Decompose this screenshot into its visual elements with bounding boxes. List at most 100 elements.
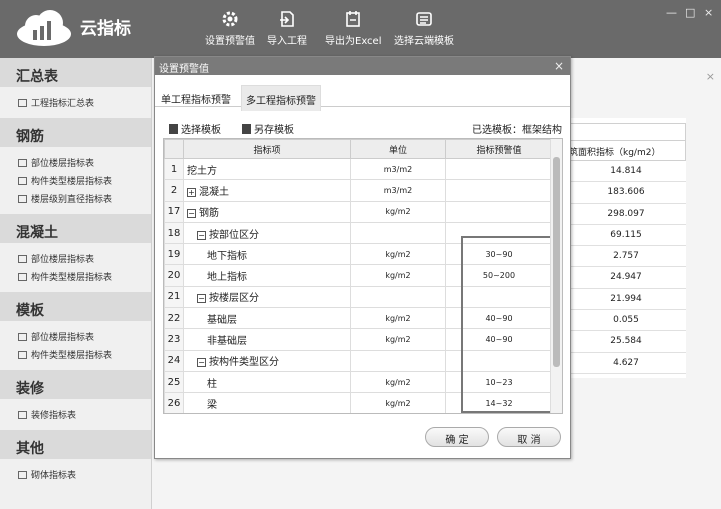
sidebar-item-label: 部位楼层指标表	[31, 159, 95, 169]
sidebar-item[interactable]: 装修指标表	[0, 405, 151, 423]
sidebar-item[interactable]: 部位楼层指标表	[0, 327, 151, 345]
background-table-cell: 69.115	[566, 225, 686, 247]
row-number: 19	[164, 243, 184, 266]
warning-value-cell[interactable]	[445, 349, 553, 372]
table-icon	[18, 333, 27, 341]
warning-value-cell[interactable]: 40~90	[445, 307, 553, 330]
sidebar-item[interactable]: 构件类型楼层指标表	[0, 345, 151, 363]
toolbar-button-3[interactable]: 选择云端模板	[394, 10, 454, 47]
indicator-name: 按部位区分	[209, 229, 259, 241]
indicator-name-cell: 非基础层	[183, 328, 351, 351]
sidebar-item[interactable]: 工程指标汇总表	[0, 93, 151, 111]
toolbar-button-0[interactable]: 设置预警值	[205, 10, 255, 47]
select-template-button[interactable]: 选择模板	[169, 121, 221, 136]
table-row[interactable]: 26 梁 kg/m2 14~32	[164, 392, 553, 413]
table-row[interactable]: 21− 按楼层区分	[164, 285, 553, 309]
indicator-name: 钢筋	[199, 208, 219, 220]
sidebar-section: 砌体指标表	[0, 459, 151, 490]
warning-value-cell[interactable]	[445, 221, 553, 245]
background-table-toprow	[566, 123, 686, 141]
selected-template-label: 已选模板：	[472, 125, 522, 136]
save-template-button[interactable]: 另存模板	[242, 121, 294, 136]
dialog-close-icon[interactable]: ×	[554, 59, 564, 73]
warning-value-cell[interactable]	[445, 200, 553, 223]
tab-single-project[interactable]: 单工程指标预警	[157, 89, 235, 108]
sidebar-item-label: 构件类型楼层指标表	[31, 177, 113, 187]
indicator-name: 梁	[207, 399, 217, 411]
sidebar-item-label: 楼层级别直径指标表	[31, 195, 113, 205]
background-table-header: 筑面积指标（kg/m2）	[566, 141, 686, 161]
background-table-cell: 0.055	[566, 310, 686, 332]
table-row[interactable]: 18− 按部位区分	[164, 221, 553, 245]
collapse-icon[interactable]: −	[197, 294, 206, 304]
unit-cell: kg/m2	[350, 370, 446, 394]
sidebar-section-header[interactable]: 其他	[0, 430, 151, 459]
unit-cell	[350, 349, 446, 372]
sidebar-section-header[interactable]: 汇总表	[0, 58, 151, 87]
vertical-scrollbar[interactable]	[550, 139, 562, 413]
table-row[interactable]: 25 柱 kg/m2 10~23	[164, 370, 553, 394]
scrollbar-thumb[interactable]	[553, 157, 560, 367]
table-row[interactable]: 23 非基础层 kg/m2 40~90	[164, 328, 553, 351]
sidebar-item[interactable]: 楼层级别直径指标表	[0, 189, 151, 207]
sidebar-section-header[interactable]: 混凝土	[0, 214, 151, 243]
background-table-cell: 2.757	[566, 246, 686, 268]
warning-value-cell[interactable]: 14~32	[445, 392, 553, 413]
table-row[interactable]: 2 + 混凝土 m3/m2	[164, 179, 553, 202]
cloud-logo-icon	[17, 10, 71, 46]
background-table: 筑面积指标（kg/m2） 14.814 183.606 298.097 69.115 2…	[566, 118, 686, 378]
sidebar-section-header[interactable]: 钢筋	[0, 118, 151, 147]
warning-value-cell[interactable]	[445, 157, 553, 181]
sidebar-section-header[interactable]: 装修	[0, 370, 151, 399]
table-row[interactable]: 24− 按构件类型区分	[164, 349, 553, 372]
indicator-name: 按构件类型区分	[209, 357, 279, 369]
sidebar-item[interactable]: 部位楼层指标表	[0, 249, 151, 267]
dialog-title: 设置预警值	[159, 64, 209, 75]
cancel-button[interactable]: 取 消	[497, 427, 561, 447]
minimize-button[interactable]: —	[666, 6, 677, 19]
sidebar-item[interactable]: 部位楼层指标表	[0, 153, 151, 171]
sidebar-section: 工程指标汇总表	[0, 87, 151, 118]
sidebar-item[interactable]: 构件类型楼层指标表	[0, 171, 151, 189]
table-row[interactable]: 19 地下指标 kg/m2 30~90	[164, 243, 553, 266]
collapse-icon[interactable]: −	[197, 230, 206, 240]
row-number: 26	[164, 392, 184, 413]
collapse-icon[interactable]: −	[197, 358, 206, 368]
table-row[interactable]: 17− 钢筋 kg/m2	[164, 200, 553, 223]
table-icon	[18, 177, 27, 185]
sidebar-section-header[interactable]: 模板	[0, 292, 151, 321]
page-close-icon[interactable]: ×	[706, 70, 715, 83]
warning-value-cell[interactable]: 10~23	[445, 370, 553, 394]
indicator-name-cell: 基础层	[183, 307, 351, 330]
tab-multi-project[interactable]: 多工程指标预警	[241, 85, 321, 111]
sidebar-section: 部位楼层指标表 构件类型楼层指标表	[0, 243, 151, 292]
toolbar-button-1[interactable]: 导入工程	[267, 10, 307, 47]
warning-value-cell[interactable]: 40~90	[445, 328, 553, 351]
row-number: 25	[164, 370, 184, 394]
unit-cell: kg/m2	[350, 200, 446, 223]
toolbar-button-2[interactable]: 导出为Excel	[325, 10, 382, 47]
sidebar-item-label: 装修指标表	[31, 411, 77, 421]
background-table-cell: 25.584	[566, 331, 686, 353]
indicator-name-cell: 地下指标	[183, 243, 351, 266]
sidebar-item[interactable]: 砌体指标表	[0, 465, 151, 483]
row-number: 2	[164, 179, 184, 202]
background-table-cell: 4.627	[566, 353, 686, 374]
warning-value-cell[interactable]	[445, 285, 553, 309]
indicator-name: 基础层	[207, 314, 237, 326]
indicator-name-cell: 柱	[183, 370, 351, 394]
warning-value-cell[interactable]	[445, 179, 553, 202]
warning-value-cell[interactable]: 30~90	[445, 243, 553, 266]
expand-icon[interactable]: +	[187, 187, 196, 197]
collapse-icon[interactable]: −	[187, 209, 196, 219]
ok-button[interactable]: 确 定	[425, 427, 489, 447]
indicator-grid: 指标项 单位 指标预警值 1 挖土方 m3/m2 2 + 混凝土 m3/m2 17− 钢筋 kg/…	[163, 138, 563, 414]
warning-value-cell[interactable]: 50~200	[445, 264, 553, 287]
maximize-button[interactable]: □	[685, 6, 695, 19]
table-row[interactable]: 1 挖土方 m3/m2	[164, 157, 553, 181]
unit-cell: kg/m2	[350, 328, 446, 351]
table-row[interactable]: 20 地上指标 kg/m2 50~200	[164, 264, 553, 287]
sidebar-item[interactable]: 构件类型楼层指标表	[0, 267, 151, 285]
close-button[interactable]: ×	[704, 6, 713, 19]
table-row[interactable]: 22 基础层 kg/m2 40~90	[164, 307, 553, 330]
